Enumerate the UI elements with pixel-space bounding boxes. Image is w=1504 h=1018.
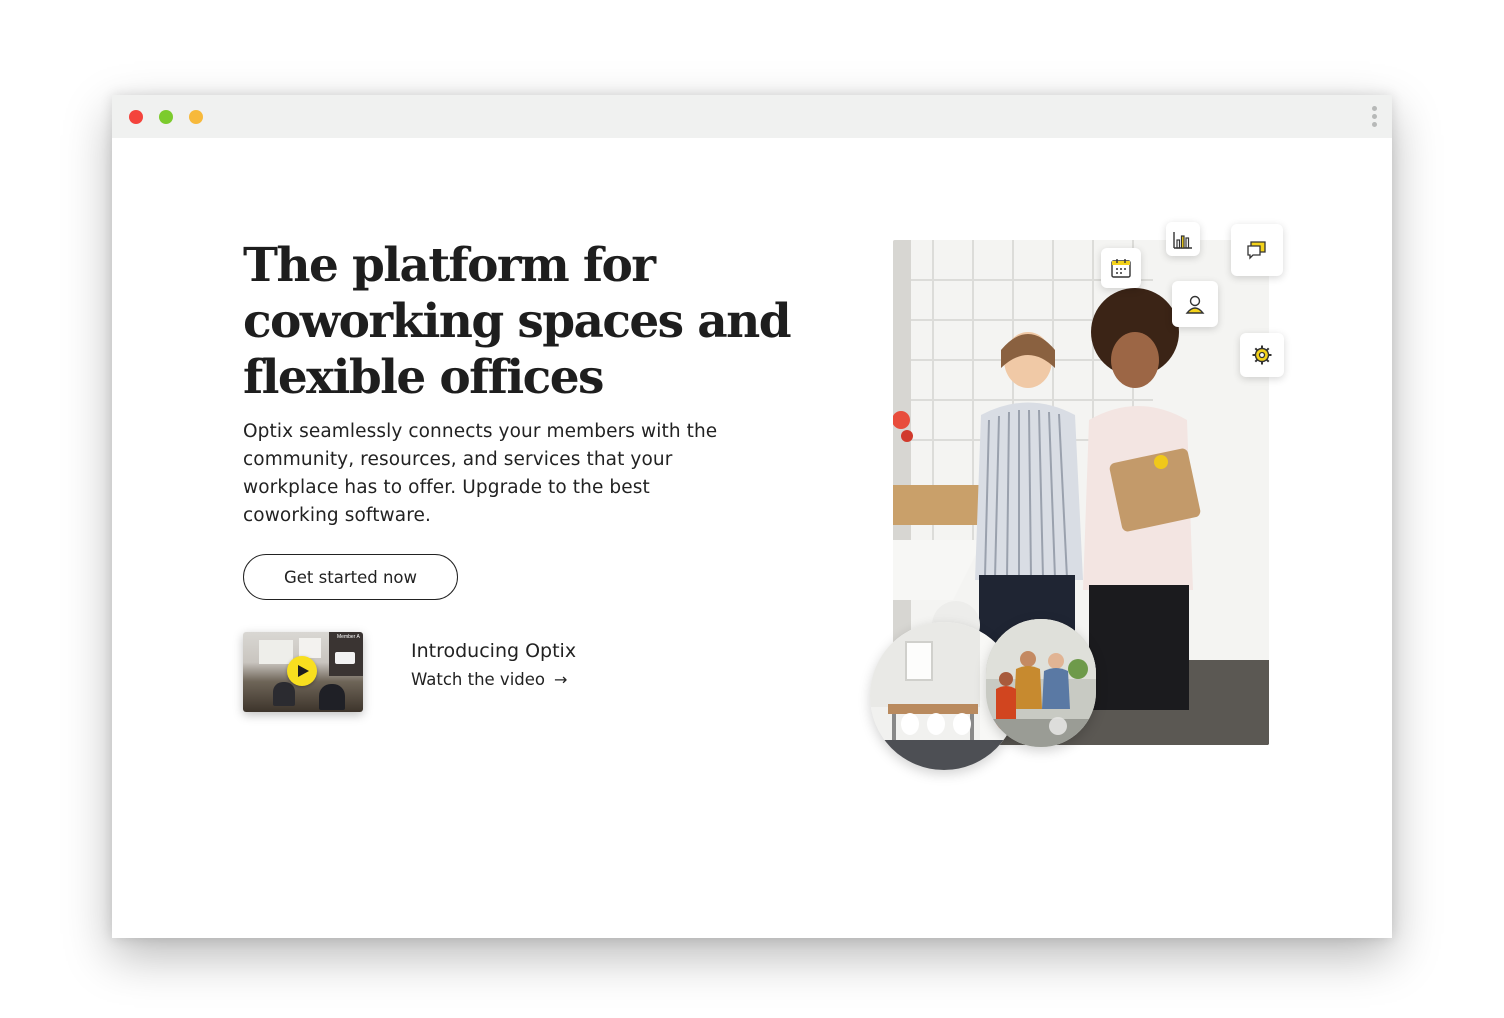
team-photo: [986, 619, 1096, 747]
watch-video-label: Watch the video: [411, 670, 546, 689]
description-line: coworking software.: [243, 505, 431, 526]
get-started-button[interactable]: Get started now: [243, 554, 458, 600]
gear-icon: [1240, 333, 1284, 377]
thumb-person: [319, 684, 345, 710]
chat-icon: [1231, 224, 1283, 276]
user-icon: [1172, 281, 1218, 327]
thumb-person: [273, 682, 295, 706]
play-icon[interactable]: [287, 656, 317, 686]
headline-line: coworking spaces and: [243, 294, 792, 349]
window-titlebar: [112, 95, 1392, 138]
bar-chart-icon: [1166, 222, 1200, 256]
team-illustration: [986, 619, 1096, 747]
maximize-window-button[interactable]: [189, 110, 203, 124]
hero-description: Optix seamlessly connects your members w…: [243, 418, 743, 530]
thumb-caption: Member A: [337, 634, 360, 640]
decorative-circle: [1049, 717, 1067, 735]
description-line: community, resources, and services that …: [243, 449, 673, 470]
calendar-icon: [1101, 248, 1141, 288]
close-window-button[interactable]: [129, 110, 143, 124]
video-thumbnail[interactable]: Member A: [243, 632, 363, 712]
video-title: Introducing Optix: [411, 640, 577, 662]
description-line: Optix seamlessly connects your members w…: [243, 421, 718, 442]
thumb-card: [335, 652, 355, 664]
description-line: workplace has to offer. Upgrade to the b…: [243, 477, 650, 498]
watch-video-link[interactable]: Watch the video →: [411, 670, 567, 689]
kebab-menu-icon[interactable]: [1370, 106, 1378, 128]
page-title: The platform for coworking spaces and fl…: [243, 238, 803, 406]
thumb-window: [259, 640, 293, 664]
thumb-window: [299, 638, 321, 658]
browser-window: The platform for coworking spaces and fl…: [112, 95, 1392, 938]
minimize-window-button[interactable]: [159, 110, 173, 124]
arrow-right-icon: →: [554, 670, 568, 689]
headline-line: flexible offices: [243, 350, 604, 405]
headline-line: The platform for: [243, 238, 656, 293]
